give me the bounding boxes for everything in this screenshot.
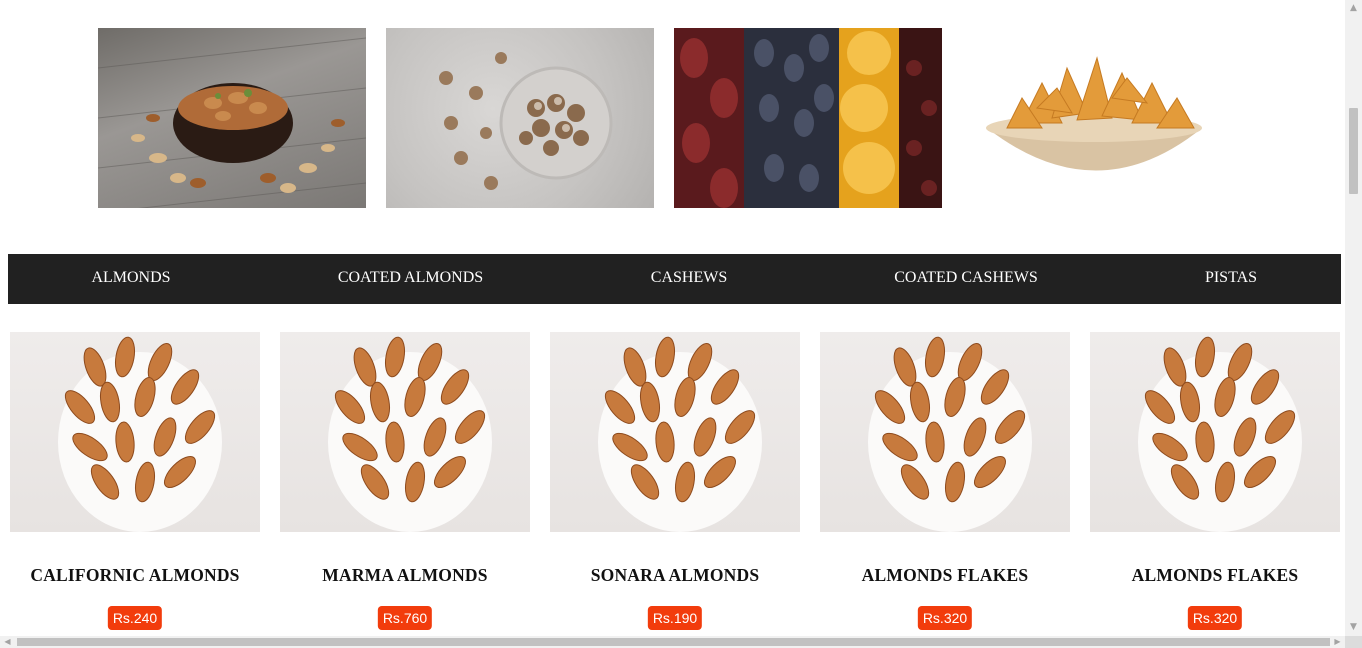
category-image-savory-snacks[interactable] [962, 28, 1230, 208]
almonds-bowl-icon [1138, 336, 1302, 532]
product-image-almonds[interactable] [280, 332, 530, 532]
horizontal-scrollbar[interactable]: ◀ ▶ [0, 636, 1345, 648]
price-badge: Rs.240 [107, 606, 163, 630]
product-card[interactable]: CALIFORNIC ALMONDS Rs.240 [10, 332, 260, 630]
product-image-almonds[interactable] [10, 332, 260, 532]
tab-coated-cashews[interactable]: COATED CASHEWS [876, 254, 1056, 304]
vertical-scroll-thumb[interactable] [1349, 108, 1358, 194]
price-badge: Rs.760 [377, 606, 433, 630]
dried-fruits-icon [674, 28, 942, 208]
product-name[interactable]: SONARA ALMONDS [530, 565, 820, 586]
price-badge: Rs.320 [1187, 606, 1243, 630]
category-image-coated-nuts[interactable] [386, 28, 654, 208]
product-card[interactable]: SONARA ALMONDS Rs.190 [550, 332, 800, 630]
product-card[interactable]: ALMONDS FLAKES Rs.320 [1090, 332, 1340, 630]
product-name[interactable]: MARMA ALMONDS [260, 565, 550, 586]
almonds-bowl-icon [58, 336, 222, 532]
mixed-nuts-bowl-icon [98, 37, 366, 208]
tab-almonds[interactable]: ALMONDS [71, 254, 191, 304]
product-card[interactable]: ALMONDS FLAKES Rs.320 [820, 332, 1070, 630]
category-image-dried-fruits[interactable] [674, 28, 942, 208]
almonds-bowl-icon [328, 336, 492, 532]
product-image-almonds[interactable] [1090, 332, 1340, 532]
savory-snacks-bowl-icon [986, 56, 1202, 171]
almonds-bowl-icon [598, 336, 762, 532]
category-image-mixed-nuts[interactable] [98, 28, 366, 208]
scroll-left-arrow-icon[interactable]: ◀ [0, 636, 15, 648]
almonds-bowl-icon [868, 336, 1032, 532]
product-name[interactable]: CALIFORNIC ALMONDS [0, 565, 280, 586]
vertical-scrollbar[interactable]: ▲ ▼ [1345, 0, 1362, 636]
tab-coated-almonds[interactable]: COATED ALMONDS [318, 254, 503, 304]
product-name[interactable]: ALMONDS FLAKES [1070, 565, 1345, 586]
scrollbar-corner [1345, 636, 1362, 648]
horizontal-scroll-thumb[interactable] [17, 638, 1330, 646]
scroll-up-arrow-icon[interactable]: ▲ [1345, 0, 1362, 17]
coated-nuts-glass-bowl-icon [439, 52, 613, 190]
price-badge: Rs.190 [647, 606, 703, 630]
scroll-right-arrow-icon[interactable]: ▶ [1330, 636, 1345, 648]
tab-cashews[interactable]: CASHEWS [624, 254, 754, 304]
product-image-almonds[interactable] [820, 332, 1070, 532]
tab-pistas[interactable]: PISTAS [1186, 254, 1276, 304]
scroll-down-arrow-icon[interactable]: ▼ [1345, 619, 1362, 636]
product-image-almonds[interactable] [550, 332, 800, 532]
category-nav-bar: ALMONDS COATED ALMONDS CASHEWS COATED CA… [8, 254, 1341, 304]
page-viewport: ALMONDS COATED ALMONDS CASHEWS COATED CA… [0, 0, 1345, 636]
product-name[interactable]: ALMONDS FLAKES [800, 565, 1090, 586]
price-badge: Rs.320 [917, 606, 973, 630]
product-card[interactable]: MARMA ALMONDS Rs.760 [280, 332, 530, 630]
